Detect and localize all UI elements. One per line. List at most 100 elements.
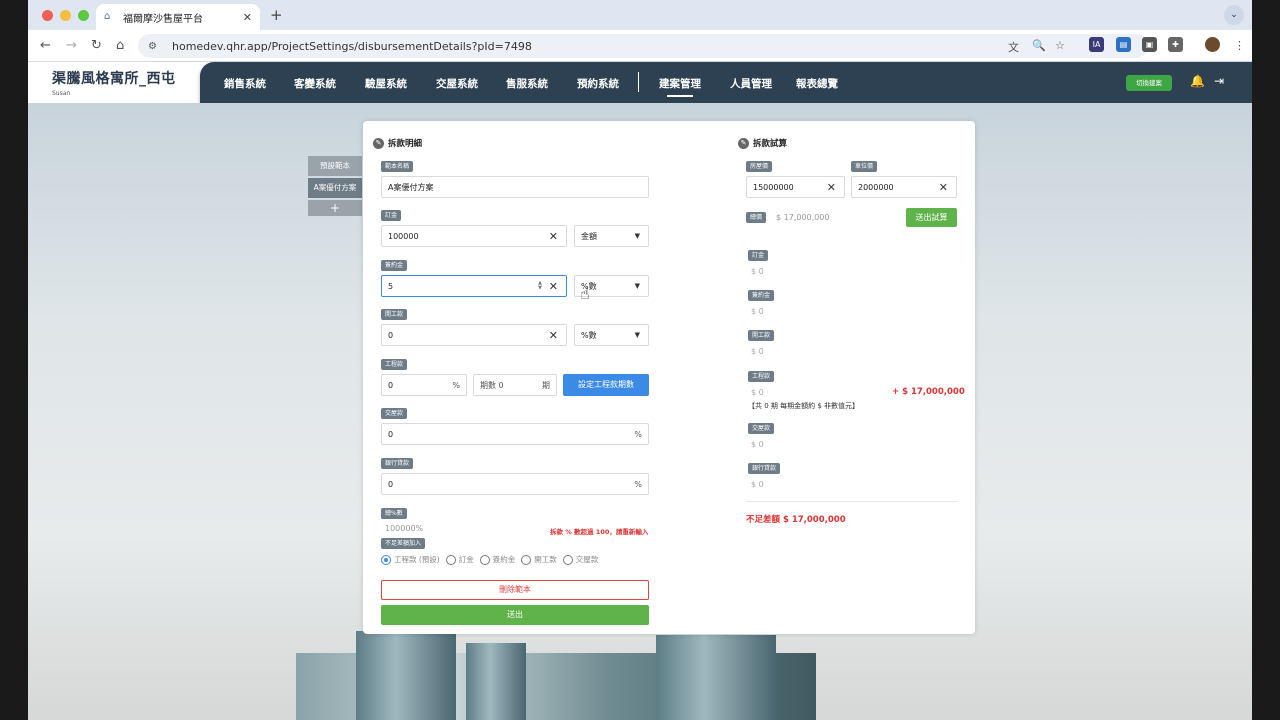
start-payment-label: 開工款 [381, 309, 408, 320]
menu-reports[interactable]: 報表總覽 [796, 76, 838, 91]
new-tab-icon[interactable]: + [270, 6, 283, 24]
calc-contract-value: $ 0 [751, 307, 764, 316]
bell-icon[interactable]: 🔔 [1190, 74, 1205, 88]
total-price-value: $ 17,000,000 [776, 213, 830, 222]
switch-project-button[interactable]: 切換建案 [1126, 75, 1172, 91]
clear-icon[interactable]: ✕ [549, 280, 558, 293]
period-count-input[interactable]: 期數 0期 [473, 374, 557, 396]
app-header: 渠騰風格寓所_西屯 Susan 銷售系統 客變系統 驗屋系統 交屋系統 售服系統… [28, 62, 1252, 103]
start-payment-input[interactable]: 0 ✕ [381, 324, 567, 346]
calc-section-title: ✎ 拆款試算 [738, 137, 787, 149]
calc-deposit-value: $ 0 [751, 267, 764, 276]
site-favicon-icon: ⌂ [104, 11, 111, 22]
browser-menu-icon[interactable]: ⋮ [1234, 39, 1245, 52]
extension-blue-icon[interactable]: ▤ [1116, 37, 1131, 52]
profile-avatar[interactable] [1205, 37, 1220, 52]
parking-price-label: 車位價 [851, 161, 878, 172]
progress-payment-label: 工程款 [381, 359, 408, 370]
hand-pointer-icon: ☝ [580, 284, 590, 303]
add-template-button[interactable]: + [308, 200, 362, 216]
set-period-button[interactable]: 設定工程款期數 [563, 374, 649, 396]
reload-icon[interactable]: ↻ [91, 38, 102, 53]
maximize-window-button[interactable] [78, 10, 89, 21]
site-info-icon[interactable]: ⚙ [148, 41, 162, 52]
radio-start[interactable]: 開工款 [521, 554, 557, 565]
main-menu: 銷售系統 客變系統 驗屋系統 交屋系統 售服系統 預約系統 建案管理 人員管理 … [200, 62, 1252, 103]
browser-tab[interactable]: ⌂ 福爾摩沙售屋平台 ✕ [96, 4, 260, 30]
delete-template-button[interactable]: 刪除範本 [381, 580, 649, 600]
disbursement-card: ✎ 拆款明細 範本名稱 A案優付方案 訂金 100000 ✕ 金額 ▼ 簽約金 5 ▲… [363, 121, 975, 634]
menu-inspection[interactable]: 驗屋系統 [365, 76, 407, 91]
handover-payment-input[interactable]: 0% [381, 423, 649, 445]
calc-loan-value: $ 0 [751, 480, 764, 489]
minimize-window-button[interactable] [60, 10, 71, 21]
extension-ia-icon[interactable]: IA [1089, 37, 1104, 52]
wrench-icon: ✎ [738, 137, 749, 149]
total-percent-warning: 拆款 % 數超過 100，請重新輸入 [550, 528, 649, 536]
calc-deposit-label: 訂金 [748, 250, 769, 261]
progress-payment-input[interactable]: 0% [381, 374, 467, 396]
translate-icon[interactable]: 文 [1008, 39, 1019, 55]
detail-section-title: ✎ 拆款明細 [373, 137, 422, 149]
address-bar[interactable]: ⚙ homedev.qhr.app/ProjectSettings/disbur… [138, 34, 1148, 58]
handover-payment-label: 交屋款 [381, 408, 408, 419]
radio-progress[interactable]: 工程款 (預設) [381, 554, 440, 565]
radio-deposit[interactable]: 訂金 [445, 554, 474, 565]
browser-toolbar: ← → ↻ ⌂ ⚙ homedev.qhr.app/ProjectSetting… [28, 30, 1252, 62]
template-tab-default[interactable]: 預設範本 [308, 156, 362, 176]
close-window-button[interactable] [42, 10, 53, 21]
start-payment-unit-select[interactable]: %數 ▼ [574, 324, 649, 346]
bank-loan-input[interactable]: 0% [381, 473, 649, 495]
project-title: 渠騰風格寓所_西屯 [52, 71, 176, 87]
menu-after-sales[interactable]: 售服系統 [506, 76, 548, 91]
calc-start-label: 開工款 [748, 330, 775, 341]
extension-image-icon[interactable]: ▣ [1142, 37, 1157, 52]
shortfall-label: 不足差額加入 [381, 538, 426, 549]
submit-button[interactable]: 送出 [381, 605, 649, 625]
bookmark-star-icon[interactable]: ☆ [1055, 39, 1065, 52]
total-percent-value: 100000% [385, 524, 424, 533]
template-name-input[interactable]: A案優付方案 [381, 176, 649, 198]
forward-icon[interactable]: → [66, 38, 77, 53]
browser-window: ⌂ 福爾摩沙售屋平台 ✕ + ⌄ ← → ↻ ⌂ ⚙ homedev.qhr.a… [28, 0, 1252, 720]
template-list: 預設範本 A案優付方案 + [308, 156, 362, 216]
deposit-unit-select[interactable]: 金額 ▼ [574, 225, 649, 247]
contract-input[interactable]: 5 ▲ ▼ ✕ [381, 275, 567, 297]
clear-icon[interactable]: ✕ [549, 230, 558, 243]
caret-down-icon: ▼ [634, 282, 640, 290]
house-price-label: 房屋價 [746, 161, 773, 172]
extensions-puzzle-icon[interactable]: ✚ [1168, 37, 1183, 52]
bank-loan-label: 銀行貸款 [381, 458, 414, 469]
template-tab-plan-a[interactable]: A案優付方案 [308, 178, 362, 198]
calc-start-value: $ 0 [751, 347, 764, 356]
logout-icon[interactable]: ⇥ [1214, 74, 1224, 88]
parking-price-input[interactable]: 2000000 ✕ [851, 176, 957, 198]
calc-loan-label: 銀行貸款 [748, 463, 781, 474]
menu-project-management[interactable]: 建案管理 [659, 76, 701, 97]
menu-customization[interactable]: 客變系統 [294, 76, 336, 91]
tab-search-icon[interactable]: ⌄ [1224, 5, 1244, 25]
home-icon[interactable]: ⌂ [116, 38, 124, 53]
back-icon[interactable]: ← [40, 38, 51, 53]
calc-submit-button[interactable]: 送出試算 [906, 208, 957, 227]
clear-icon[interactable]: ✕ [939, 181, 948, 194]
user-name: Susan [52, 90, 71, 97]
deposit-input[interactable]: 100000 ✕ [381, 225, 567, 247]
radio-contract[interactable]: 簽約金 [479, 554, 515, 565]
brand: 渠騰風格寓所_西屯 Susan [52, 68, 176, 97]
close-tab-icon[interactable]: ✕ [243, 11, 252, 24]
contract-label: 簽約金 [381, 260, 408, 271]
menu-sales[interactable]: 銷售系統 [224, 76, 266, 91]
calc-divider [746, 501, 957, 502]
radio-handover[interactable]: 交屋款 [562, 554, 598, 565]
caret-down-icon: ▼ [634, 331, 640, 339]
zoom-icon[interactable]: 🔍 [1032, 39, 1046, 52]
clear-icon[interactable]: ✕ [549, 329, 558, 342]
house-price-input[interactable]: 15000000 ✕ [746, 176, 845, 198]
clear-icon[interactable]: ✕ [827, 181, 836, 194]
caret-down-icon: ▼ [634, 232, 640, 240]
menu-handover[interactable]: 交屋系統 [436, 76, 478, 91]
spinner-icon[interactable]: ▲ ▼ [538, 281, 542, 291]
menu-staff-management[interactable]: 人員管理 [730, 76, 772, 91]
menu-booking[interactable]: 預約系統 [577, 76, 619, 91]
